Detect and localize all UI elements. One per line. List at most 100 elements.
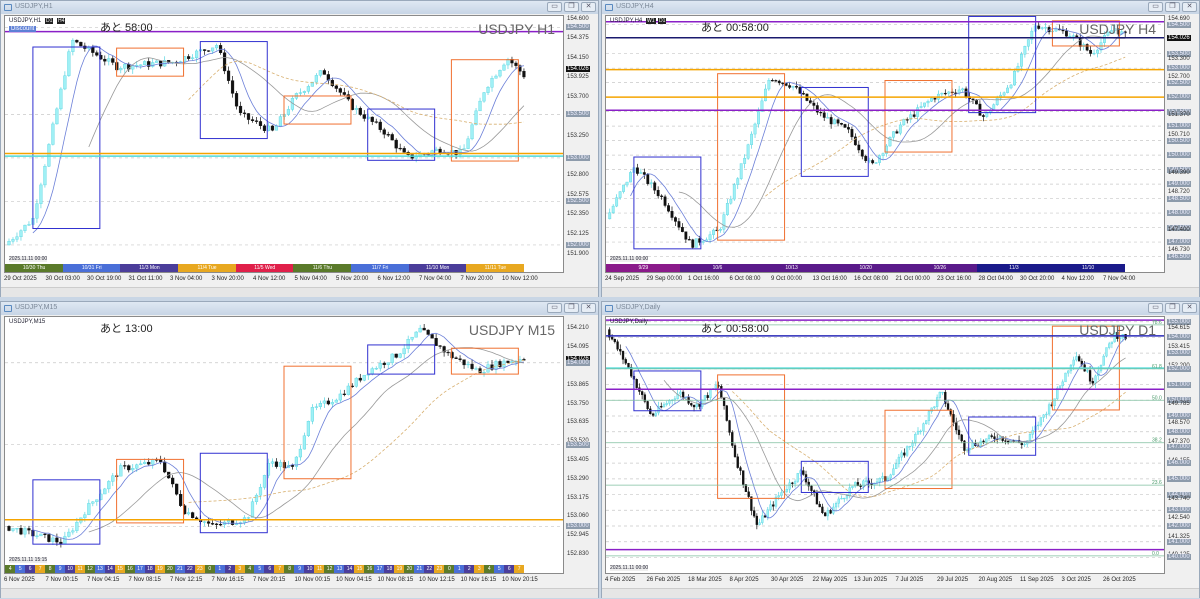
price-label: 154.615 <box>1168 324 1190 331</box>
bull-candle <box>988 110 992 113</box>
time-label: 10 Nov 16:15 <box>460 577 497 583</box>
price-label: 153.000 <box>566 154 590 161</box>
title-bar[interactable]: USDJPY,H4 ▭ ❐ ✕ <box>602 1 1199 14</box>
title-bar[interactable]: USDJPY,M15 ▭ ❐ ✕ <box>1 302 598 315</box>
timeframe-button-h4[interactable]: H4 <box>57 18 66 24</box>
chart-plot-area[interactable]: USDJPY,M15 あと 13:00 USDJPY M15 2025.11.11 1… <box>4 316 564 574</box>
session-label: 11/7 Fri <box>350 264 410 272</box>
bull-candle <box>851 485 854 488</box>
window-title: USDJPY,M15 <box>15 304 58 311</box>
bear-candle <box>815 105 819 113</box>
bull-candle <box>1102 355 1105 366</box>
range-box <box>283 365 352 480</box>
title-bar[interactable]: USDJPY,H1 ▭ ❐ ✕ <box>1 1 598 14</box>
bull-candle <box>968 447 972 450</box>
bear-candle <box>660 195 664 197</box>
window-minimize-button[interactable]: ▭ <box>1148 303 1163 313</box>
bull-candle <box>714 385 718 389</box>
horizontal-scrollbar[interactable] <box>1 287 598 297</box>
bull-candle <box>39 184 43 204</box>
bull-candle <box>474 110 478 126</box>
bear-candle <box>788 85 792 88</box>
bear-candle <box>747 491 750 497</box>
footer-timestamp: 2025.11.11 00:00 <box>610 256 649 262</box>
bear-candle <box>250 119 255 121</box>
timeframe-button-d1[interactable]: D1 <box>658 18 667 24</box>
bear-candle <box>722 397 726 406</box>
price-label: 149.000 <box>1167 181 1191 188</box>
time-label: 7 Nov 08:15 <box>128 577 161 583</box>
window-restore-button[interactable]: ❐ <box>1165 2 1180 12</box>
time-label: 30 Oct 20:00 <box>1020 276 1055 282</box>
time-label: 4 Nov 12:00 <box>253 276 286 282</box>
chart-window-m15[interactable]: USDJPY,M15 ▭ ❐ ✕ USDJPY,M15 あと 13:00 USDJPY M1… <box>0 301 599 598</box>
horizontal-scrollbar[interactable] <box>602 287 1199 297</box>
bull-candle <box>881 153 885 156</box>
bull-candle <box>414 331 418 338</box>
time-label: 22 May 2025 <box>812 577 848 583</box>
time-label: 7 Nov 00:15 <box>45 577 78 583</box>
session-label: 9 <box>294 565 305 573</box>
chart-plot-area[interactable]: USDJPY,H4 W1 D1 あと 00:58:00 USDJPY H4 2025.11… <box>605 15 1165 273</box>
timeframe-button-d1[interactable]: D1 <box>45 18 54 24</box>
bull-candle <box>940 92 944 95</box>
window-close-button[interactable]: ✕ <box>1182 2 1197 12</box>
window-title: USDJPY,H4 <box>616 3 654 10</box>
time-label: 4 Nov 12:00 <box>1061 276 1094 282</box>
window-restore-button[interactable]: ❐ <box>1165 303 1180 313</box>
window-minimize-button[interactable]: ▭ <box>547 303 562 313</box>
time-label: 5 Nov 20:00 <box>336 276 369 282</box>
bear-candle <box>744 484 748 492</box>
bull-candle <box>916 430 920 435</box>
price-label: 148.000 <box>1167 210 1191 217</box>
window-restore-button[interactable]: ❐ <box>564 2 579 12</box>
bear-candle <box>847 127 850 130</box>
bull-candle <box>1042 414 1045 418</box>
bull-candle <box>35 203 39 219</box>
title-bar[interactable]: USDJPY,Daily ▭ ❐ ✕ <box>602 302 1199 315</box>
price-label: 154.150 <box>567 54 589 61</box>
chart-window-d1[interactable]: USDJPY,Daily ▭ ❐ ✕ 78.6 61.8 50.0 38.2 23.6 0.0 US… <box>601 301 1200 598</box>
bear-candle <box>680 226 684 232</box>
bull-candle <box>482 371 486 374</box>
window-close-button[interactable]: ✕ <box>581 303 596 313</box>
bull-candle <box>95 499 99 503</box>
chart-plot-area[interactable]: USDJPY,H1 Discount D1 H4 あと 58:00 USDJPY H1 20… <box>4 15 564 273</box>
bear-candle <box>964 88 968 97</box>
bear-candle <box>993 436 996 440</box>
bear-candle <box>871 160 875 164</box>
bear-candle <box>684 231 688 240</box>
price-label: 153.060 <box>567 513 589 520</box>
window-close-button[interactable]: ✕ <box>1182 303 1197 313</box>
timeframe-button-w1[interactable]: W1 <box>646 18 656 24</box>
horizontal-scrollbar[interactable] <box>602 588 1199 598</box>
session-label: 6 <box>503 565 515 573</box>
chart-plot-area[interactable]: 78.6 61.8 50.0 38.2 23.6 0.0 USDJPY,Daily あと 00… <box>605 316 1165 574</box>
price-label: 151.900 <box>567 250 589 257</box>
bull-candle <box>246 517 251 519</box>
session-label: 13 <box>334 565 345 573</box>
window-restore-button[interactable]: ❐ <box>564 303 579 313</box>
price-label: 152.000 <box>566 241 590 248</box>
bull-candle <box>490 78 494 88</box>
price-label: 141.000 <box>1167 538 1191 545</box>
window-close-button[interactable]: ✕ <box>581 2 596 12</box>
session-label: 18 <box>144 565 156 573</box>
bull-candle <box>1037 424 1040 427</box>
window-minimize-button[interactable]: ▭ <box>1148 2 1163 12</box>
price-label: 153.300 <box>1168 56 1190 63</box>
horizontal-scrollbar[interactable] <box>1 588 598 598</box>
symbol-timeframe-label: USDJPY H1 <box>478 21 555 37</box>
bear-candle <box>338 88 342 93</box>
chart-window-h4[interactable]: USDJPY,H4 ▭ ❐ ✕ USDJPY,H4 W1 D1 あと 00:58:00 USDJ… <box>601 0 1200 297</box>
session-label: 11/4 Tue <box>177 264 237 272</box>
chart-window-h1[interactable]: USDJPY,H1 ▭ ❐ ✕ USDJPY,H1 Discount D1 H4 あと 58:0… <box>0 0 599 297</box>
price-label: 153.000 <box>1167 350 1191 357</box>
session-strip: 10/30 Thu 10/31 Fri 11/3 Mon 11/4 Tue 11/5 W… <box>5 264 525 272</box>
bull-candle <box>1094 375 1097 384</box>
bull-candle <box>673 398 677 401</box>
window-minimize-button[interactable]: ▭ <box>547 2 562 12</box>
bull-candle <box>854 482 857 487</box>
bull-candle <box>1028 434 1032 441</box>
bull-candle <box>719 229 722 231</box>
